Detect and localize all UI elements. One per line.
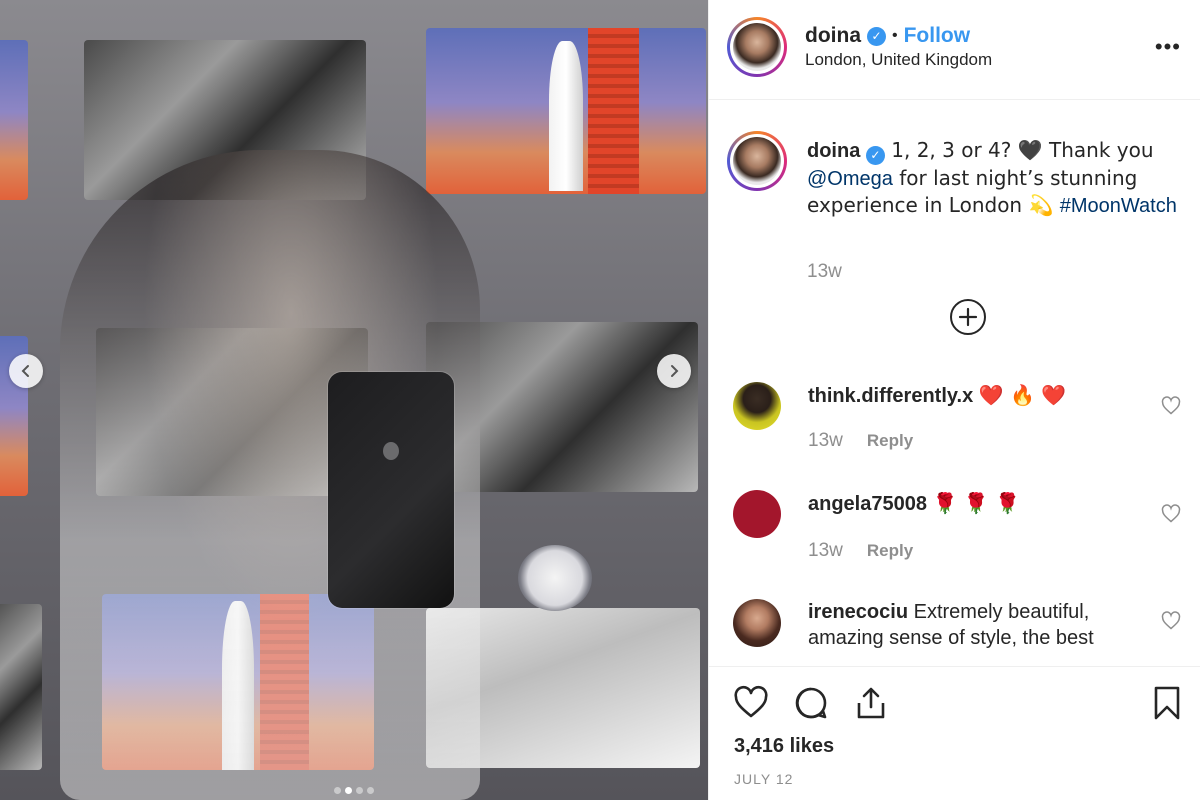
comment-meta: 13w Reply bbox=[808, 430, 913, 452]
comment-text: angela75008 🌹 🌹 🌹 bbox=[808, 490, 1128, 517]
follow-button[interactable]: Follow bbox=[904, 24, 971, 48]
carousel-dot bbox=[367, 787, 374, 794]
comment-avatar[interactable] bbox=[733, 490, 781, 538]
comment-text: irenecociu Extremely beautiful, amazing … bbox=[808, 599, 1128, 651]
heart-icon[interactable] bbox=[1161, 396, 1181, 416]
author-username[interactable]: doina bbox=[805, 24, 861, 48]
carousel-prev-button[interactable] bbox=[9, 354, 43, 388]
post-side-panel: doina ✓ • Follow London, United Kingdom … bbox=[708, 0, 1200, 800]
comment-text: think.differently.x ❤️ 🔥 ❤️ bbox=[808, 382, 1128, 409]
comment-username[interactable]: angela75008 bbox=[808, 493, 927, 515]
caption-avatar-photo bbox=[733, 137, 781, 185]
comment-timestamp[interactable]: 13w bbox=[808, 540, 843, 562]
post-location[interactable]: London, United Kingdom bbox=[805, 50, 992, 70]
comment-avatar[interactable] bbox=[733, 599, 781, 647]
heart-icon[interactable] bbox=[1161, 611, 1181, 631]
caption-username[interactable]: doina bbox=[807, 140, 860, 162]
verified-badge-icon: ✓ bbox=[867, 26, 886, 46]
caption-timestamp[interactable]: 13w bbox=[807, 261, 842, 283]
author-avatar-photo bbox=[733, 23, 781, 71]
post-header: doina ✓ • Follow London, United Kingdom … bbox=[709, 0, 1200, 100]
carousel-dot bbox=[356, 787, 363, 794]
likes-count[interactable]: 3,416 likes bbox=[734, 735, 834, 758]
carousel-dot bbox=[334, 787, 341, 794]
verified-badge-icon: ✓ bbox=[865, 145, 885, 165]
caption-mention-link[interactable]: @Omega bbox=[807, 168, 893, 190]
chevron-left-icon bbox=[21, 365, 29, 377]
comment-message: ❤️ 🔥 ❤️ bbox=[978, 383, 1067, 407]
post-actions: 3,416 likes JULY 12 bbox=[709, 666, 1200, 800]
header-separator: • bbox=[892, 27, 898, 44]
comment-timestamp[interactable]: 13w bbox=[808, 430, 843, 452]
comment-avatar[interactable] bbox=[733, 382, 781, 430]
comment-meta: 13w Reply bbox=[808, 540, 913, 562]
post-date[interactable]: JULY 12 bbox=[734, 771, 793, 787]
comments-scroll-area[interactable]: doina ✓ 1, 2, 3 or 4? 🖤 Thank you @Omega… bbox=[709, 101, 1200, 666]
carousel-next-button[interactable] bbox=[657, 354, 691, 388]
carousel-dot-active bbox=[345, 787, 352, 794]
author-avatar[interactable] bbox=[727, 17, 787, 77]
caption-hashtag-link[interactable]: #MoonWatch bbox=[1060, 195, 1177, 217]
bookmark-icon[interactable] bbox=[1149, 685, 1185, 721]
apple-logo-icon bbox=[383, 442, 399, 460]
post-media[interactable] bbox=[0, 0, 708, 800]
heart-icon[interactable] bbox=[733, 685, 769, 721]
more-options-icon[interactable]: ••• bbox=[1155, 36, 1181, 58]
carousel-indicator bbox=[0, 787, 708, 794]
heart-icon[interactable] bbox=[1161, 504, 1181, 524]
caption-avatar[interactable] bbox=[727, 131, 787, 191]
scroll-fade bbox=[709, 646, 1200, 666]
comment-reply-button[interactable]: Reply bbox=[867, 541, 913, 561]
add-circle-icon bbox=[958, 307, 978, 327]
comment-reply-button[interactable]: Reply bbox=[867, 431, 913, 451]
caption-text: doina ✓ 1, 2, 3 or 4? 🖤 Thank you @Omega… bbox=[807, 137, 1177, 219]
wristwatch bbox=[518, 545, 592, 611]
comment-username[interactable]: irenecociu bbox=[808, 601, 908, 623]
smartphone bbox=[328, 372, 454, 608]
caption-text-part1: 1, 2, 3 or 4? 🖤 Thank you bbox=[884, 138, 1154, 162]
photo-tile-edge-left bbox=[0, 40, 28, 200]
comment-message: 🌹 🌹 🌹 bbox=[932, 491, 1020, 515]
comment-icon[interactable] bbox=[793, 685, 829, 721]
load-more-comments-button[interactable] bbox=[950, 299, 986, 335]
photo-tile-edge-bottom bbox=[0, 604, 42, 770]
share-icon[interactable] bbox=[853, 685, 889, 721]
comment-username[interactable]: think.differently.x bbox=[808, 385, 973, 407]
chevron-right-icon bbox=[671, 365, 679, 377]
photo-tile-rocket bbox=[426, 28, 706, 194]
